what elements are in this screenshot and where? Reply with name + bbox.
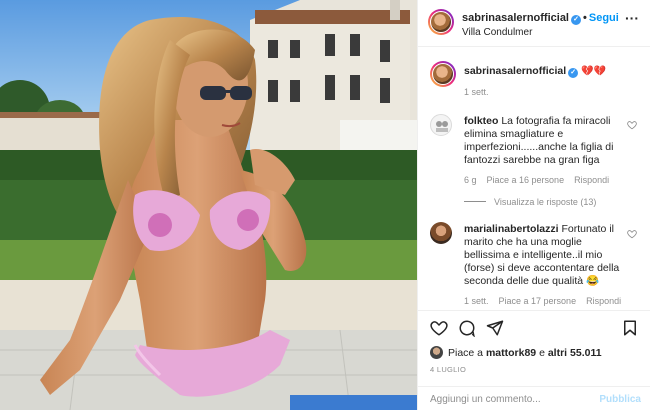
comments-list[interactable]: sabrinasalernofficial ✓ 💔💔 1 sett. folkteo… [418,48,650,310]
more-options-icon[interactable]: ··· [625,10,639,26]
author-line: sabrinasalernofficial ✓ • Segui [462,12,619,25]
reply-button[interactable]: Rispondi [586,296,621,306]
likes-count[interactable]: altri 55.011 [548,347,602,359]
comment-text: marialinabertolazzi Fortunato il marito … [464,223,629,288]
comment-line: marito che ha una moglie [464,236,582,248]
separator-dot: • [583,12,587,24]
caption-text: 💔💔 [581,66,607,77]
view-replies-button[interactable]: Visualizza le risposte (13) [464,197,596,207]
likes-middle: e [539,347,545,359]
post-date: 4 LUGLIO [430,365,467,374]
post-location[interactable]: Villa Condulmer [462,27,532,38]
share-paper-plane-icon[interactable] [486,319,504,337]
like-comment-heart-icon[interactable] [627,229,637,239]
save-bookmark-icon[interactable] [621,319,639,337]
comment-line: (forse) si deve accontentare della [464,262,620,274]
comment-line: seconda delle due qualità 😂 [464,275,600,287]
comment-bubble-icon[interactable] [458,319,476,337]
comment-username[interactable]: marialinabertolazzi [464,223,559,235]
caption-avatar[interactable] [430,61,456,87]
comment-line: imperfezioni......anche la figlia di [464,141,614,153]
commenter-avatar[interactable] [430,222,452,244]
comment-line: fantozzi sarebbe na gran figa [464,154,600,166]
caption: sabrinasalernofficial ✓ 💔💔 [464,65,606,78]
commenter-avatar[interactable] [430,114,452,136]
replies-divider [464,201,486,202]
publish-button[interactable]: Pubblica [599,394,641,405]
comment-line: elimina smagliature e [464,128,564,140]
author-avatar[interactable] [428,9,454,35]
comment-input[interactable] [430,392,590,407]
comment-likes[interactable]: Piace a 16 persone [487,175,565,185]
like-comment-heart-icon[interactable] [627,120,637,130]
add-comment-bar: Pubblica [418,386,650,410]
comment-line: Fortunato il [561,223,614,235]
comment-username[interactable]: folkteo [464,115,498,127]
comment-time: 6 g [464,175,477,185]
verified-badge-icon: ✓ [568,68,579,78]
author-username[interactable]: sabrinasalernofficial [462,12,569,24]
likes-prefix: Piace a [448,347,484,359]
comment-time: 1 sett. [464,296,489,306]
comment-meta: 1 sett. Piace a 17 persone Rispondi [464,296,631,306]
follow-button[interactable]: Segui [589,12,619,24]
post-photo[interactable] [0,0,417,410]
likes-summary[interactable]: Piace a mattork89 e altri 55.011 [430,346,602,359]
post-side-panel: sabrinasalernofficial ✓ • Segui Villa Condu… [417,0,650,410]
comment-line: bellissima e intelligente..il mio [464,249,603,261]
view-replies-label: Visualizza le risposte (13) [494,197,597,207]
caption-time: 1 sett. [464,87,489,97]
liker-avatar [430,346,443,359]
like-heart-icon[interactable] [430,319,448,337]
comment-likes[interactable]: Piace a 17 persone [499,296,577,306]
comment-line: La fotografia fa miracoli [501,115,611,127]
post-header: sabrinasalernofficial ✓ • Segui Villa Condu… [418,0,650,47]
reply-button[interactable]: Rispondi [574,175,609,185]
comment-text: folkteo La fotografia fa miracoli elimin… [464,115,629,167]
post-actions: Piace a mattork89 e altri 55.011 4 LUGLI… [418,310,650,410]
comment-meta: 6 g Piace a 16 persone Rispondi [464,175,619,185]
post-photo-illustration [0,0,417,410]
liker-username[interactable]: mattork89 [486,347,536,359]
caption-username[interactable]: sabrinasalernofficial [464,65,566,77]
verified-badge-icon: ✓ [571,15,581,25]
